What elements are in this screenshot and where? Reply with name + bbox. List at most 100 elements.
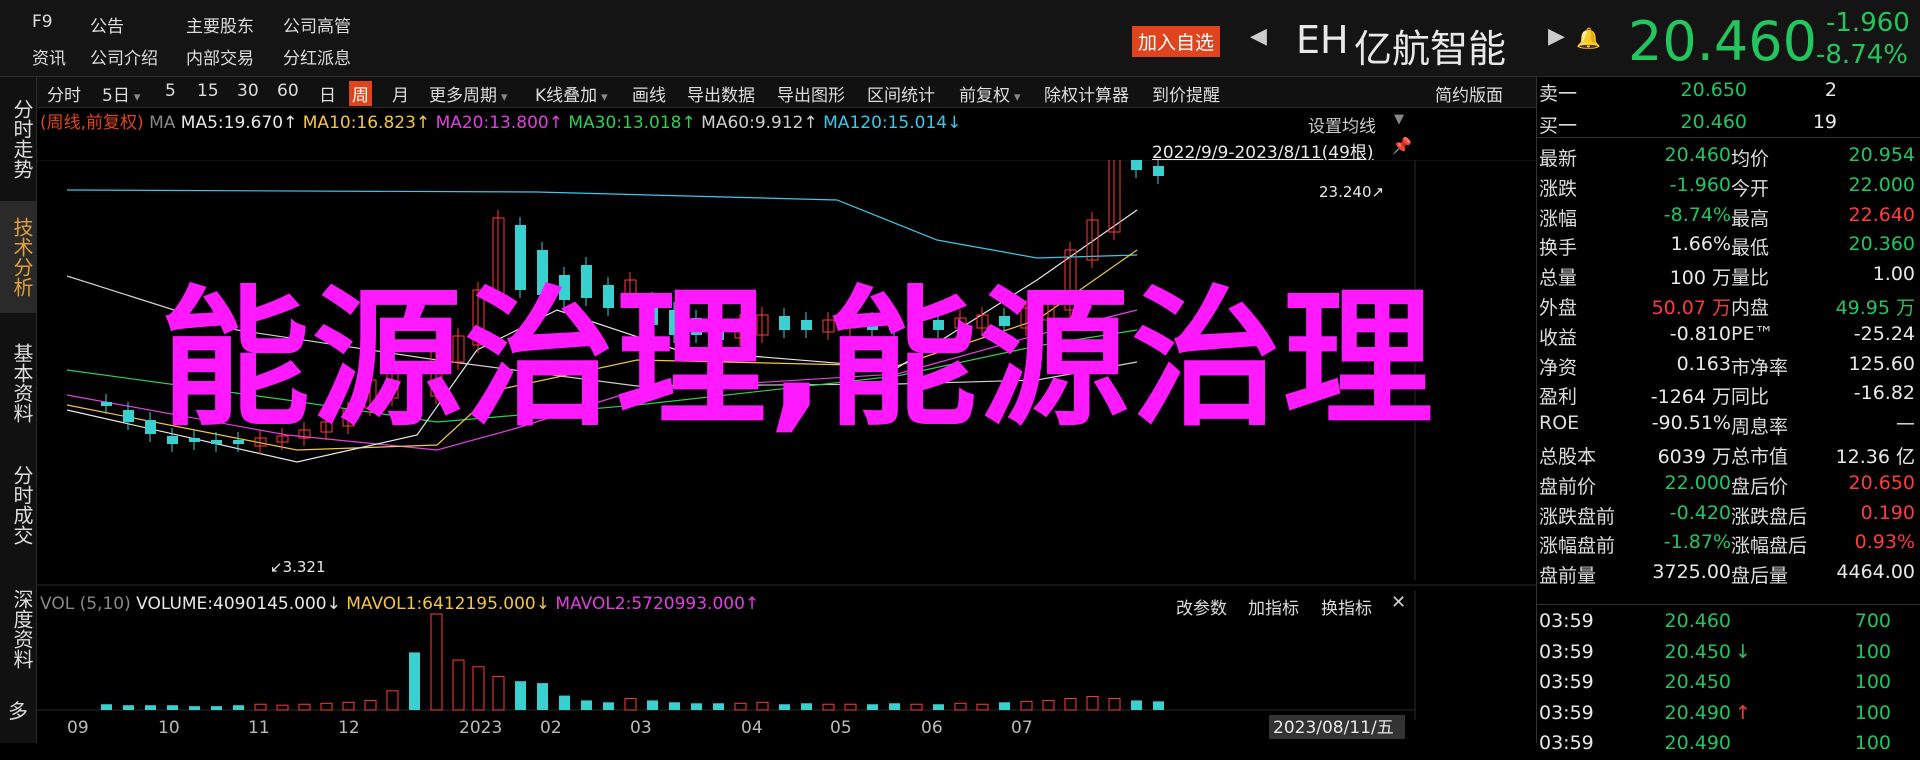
volume-bar (452, 659, 465, 711)
volume-bar (515, 681, 526, 710)
price-tick-label: 20.394 (1439, 183, 1498, 203)
ma5-value: MA5:19.670↑ (180, 113, 298, 133)
quote-label: 涨跌 (1539, 177, 1578, 200)
volume-bar (145, 705, 156, 710)
quote-row: ROE -90.51% 周息率 — (1537, 412, 1920, 440)
next-stock-icon[interactable]: ▶ (1548, 24, 1565, 49)
tab-5min[interactable]: 5 (165, 81, 176, 101)
tab-30min[interactable]: 30 (237, 81, 259, 101)
menu-dividends[interactable]: 分红派息 (283, 44, 351, 69)
tick-row: 03:59 20.450 100 (1537, 671, 1920, 699)
vol-label[interactable]: VOL (5,10) (40, 594, 131, 614)
ma-prefix[interactable]: (周线,前复权) (40, 113, 144, 133)
ask-row: 卖一 20.650 2 (1537, 79, 1920, 107)
quote-row: 盘前价 22.000 盘后价 20.650 (1537, 472, 1920, 500)
ask-price: 20.650 (1680, 79, 1747, 101)
range-stats-button[interactable]: 区间统计 (867, 81, 935, 106)
close-icon[interactable]: ✕ (1391, 592, 1406, 613)
more-periods-dropdown[interactable]: 更多周期 (429, 81, 508, 106)
menu-news[interactable]: 资讯 (32, 44, 66, 69)
menu-insider-trading[interactable]: 内部交易 (186, 44, 254, 69)
menu-f9[interactable]: F9 (32, 12, 53, 32)
ma20-value: MA20:13.800↑ (435, 113, 563, 133)
volume-bar (1020, 700, 1033, 711)
tab-intraday[interactable]: 分时 (47, 81, 81, 106)
time-tick-label: 12 (338, 718, 360, 738)
edit-params-button[interactable]: 改参数 (1176, 594, 1227, 619)
quote-value: -8.74% (1663, 203, 1731, 226)
switch-indicator-button[interactable]: 换指标 (1321, 594, 1372, 619)
volume-bar (779, 704, 790, 710)
volume-bar (342, 701, 355, 711)
volume-bar (1108, 697, 1121, 711)
quote-row: 总股本 6039 万总市值 12.36 亿 (1537, 442, 1920, 470)
nav-more[interactable]: 多 (0, 697, 36, 733)
ticks-divider (1537, 604, 1920, 605)
adjust-dropdown[interactable]: 前复权 (959, 81, 1021, 106)
ask-volume: 2 (1824, 79, 1837, 101)
ma10-value: MA10:16.823↑ (302, 113, 431, 133)
quote-label: 外盘 (1539, 297, 1578, 319)
tab-60min[interactable]: 60 (277, 81, 299, 101)
quote-label: PE™ (1731, 322, 1774, 345)
pin-icon[interactable]: 📌 (1392, 136, 1412, 155)
menu-announcements[interactable]: 公告 (90, 12, 124, 37)
simple-layout-button[interactable]: 简约版面 (1435, 81, 1503, 106)
tab-daily[interactable]: 日 (319, 81, 336, 106)
volume-bar (822, 703, 835, 711)
quote-label: 最高 (1731, 207, 1770, 230)
add-watchlist-button[interactable]: 加入自选 (1132, 26, 1221, 57)
volume-bar (211, 706, 222, 710)
tab-5day[interactable]: 5日 (102, 81, 140, 106)
top-bar: F9 公告 主要股东 公司高管 资讯 公司介绍 内部交易 分红派息 加入自选 ◀… (0, 0, 1920, 77)
overlay-banner-text: 能源治理,能源治理 (160, 273, 1435, 447)
candle-body (1131, 160, 1142, 170)
stock-name: 亿航智能 (1354, 27, 1507, 71)
menu-major-holders[interactable]: 主要股东 (186, 12, 254, 37)
quote-row: 最新 20.460 均价 20.954 (1537, 144, 1920, 172)
vol-axis-max: 3079万 (1438, 611, 1498, 631)
kline-chart[interactable]: 23.24020.39417.54914.70311.8589.0126.166… (37, 160, 1536, 743)
nav-trades[interactable]: 分时成交 (0, 449, 36, 561)
quote-value: -1.960 (1669, 173, 1731, 196)
volume-bar (472, 666, 485, 711)
bid-label: 买一 (1539, 115, 1578, 137)
ma-settings-button[interactable]: 设置均线 (1308, 112, 1376, 137)
volume-bar (801, 703, 812, 710)
volume-bar (233, 705, 244, 710)
tick-price: 20.450 (1664, 640, 1731, 663)
volume-bar (430, 613, 443, 711)
menu-company-intro[interactable]: 公司介绍 (90, 44, 158, 69)
add-indicator-button[interactable]: 加指标 (1248, 594, 1299, 619)
ex-rights-calculator-button[interactable]: 除权计算器 (1044, 81, 1129, 106)
price-alert-button[interactable]: 到价提醒 (1152, 81, 1220, 106)
volume-bar (867, 704, 878, 710)
time-tick-label: 05 (830, 718, 852, 738)
tick-price: 20.490 (1664, 701, 1731, 724)
tab-weekly[interactable]: 周 (349, 81, 372, 106)
quote-label: 盘后价 (1731, 475, 1789, 498)
ma-settings-dropdown-icon[interactable]: ▼ (1394, 112, 1404, 127)
export-chart-button[interactable]: 导出图形 (777, 81, 845, 106)
kline-overlay-dropdown[interactable]: K线叠加 (535, 81, 608, 106)
bid-volume: 19 (1812, 111, 1837, 133)
nav-intraday[interactable]: 分时走势 (0, 83, 36, 195)
prev-stock-icon[interactable]: ◀ (1250, 24, 1267, 49)
quote-label: ROE (1539, 412, 1580, 435)
cursor-date: 2023/08/11/五 (1273, 718, 1394, 738)
bell-icon[interactable]: 🔔 (1576, 26, 1601, 50)
chart-toolbar: 分时 5日 5 15 30 60 日 周 月 更多周期 K线叠加 画线 导出数据… (37, 77, 1537, 108)
quote-label: 净资 (1539, 356, 1578, 379)
menu-executives[interactable]: 公司高管 (283, 12, 351, 37)
quote-value: -16.82 (1853, 382, 1915, 405)
time-tick-label: 06 (921, 718, 943, 738)
nav-deep-data[interactable]: 深度资料 (0, 573, 36, 685)
tab-monthly[interactable]: 月 (392, 81, 409, 106)
draw-line-button[interactable]: 画线 (632, 81, 666, 106)
nav-technical-analysis[interactable]: 技术分析 (0, 201, 36, 313)
quote-value: — (1896, 412, 1915, 435)
bid-price: 20.460 (1680, 111, 1747, 133)
tab-15min[interactable]: 15 (197, 81, 219, 101)
nav-basic-info[interactable]: 基本资料 (0, 327, 36, 439)
export-data-button[interactable]: 导出数据 (687, 81, 755, 106)
